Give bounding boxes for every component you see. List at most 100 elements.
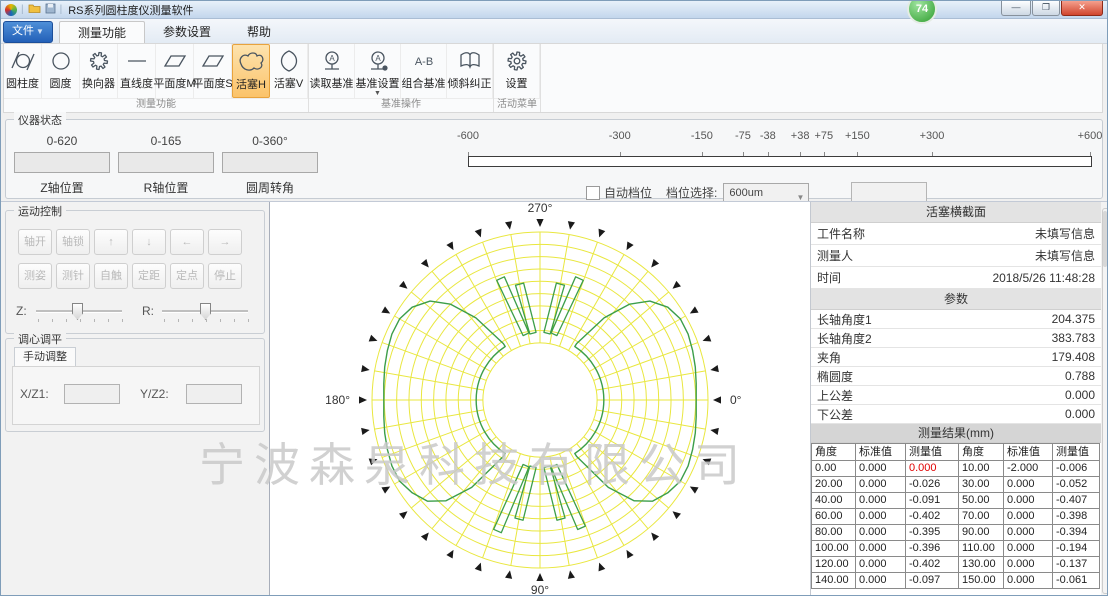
flatness-icon (162, 47, 188, 75)
chevron-down-icon: ▼ (36, 27, 44, 36)
results-cell: 20.00 (812, 477, 856, 493)
svg-text:180°: 180° (325, 393, 350, 407)
commutator-button[interactable]: 换向器 (80, 44, 118, 98)
info-value: 未填写信息 (1035, 225, 1095, 242)
separator: | (21, 4, 24, 15)
read-datum-button[interactable]: A读取基准 (309, 44, 355, 98)
xz1-input[interactable] (64, 384, 120, 404)
slider-tick (178, 319, 179, 322)
svg-text:A-B: A-B (414, 56, 432, 68)
ribbon-button-label: 圆柱度 (6, 75, 39, 91)
z-slider-thumb[interactable] (72, 303, 83, 320)
save-icon[interactable] (45, 1, 56, 19)
ribbon-button-label: 基准设置 (356, 75, 400, 91)
results-cell: 150.00 (959, 573, 1004, 589)
slider-tick (66, 319, 67, 322)
piston-h-button[interactable]: 活塞H (232, 44, 270, 98)
results-cell: -0.061 (1053, 573, 1100, 589)
results-cell: -0.052 (1053, 477, 1100, 493)
motion-button[interactable]: → (208, 229, 242, 255)
motion-button[interactable]: 测针 (56, 263, 90, 289)
restore-button[interactable]: ❐ (1032, 1, 1060, 16)
flatness-s-button[interactable]: 平面度S (194, 44, 232, 98)
slider-tick (164, 319, 165, 322)
ruler-tick-label: -150 (691, 130, 713, 142)
param-value: 383.783 (1052, 331, 1095, 345)
info-label: 测量人 (817, 247, 853, 264)
results-cell: -0.407 (1053, 493, 1100, 509)
svg-text:90°: 90° (531, 583, 549, 596)
flatness-icon (200, 47, 226, 75)
axis-position-input[interactable] (118, 152, 214, 173)
workpiece-info: 工件名称未填写信息测量人未填写信息时间2018/5/26 11:48:28 (811, 223, 1101, 289)
yz2-label: Y/Z2: (140, 387, 169, 401)
measurement-results-table: 角度标准值测量值角度标准值测量值0.000.0000.00010.00-2.00… (811, 443, 1101, 589)
motion-button[interactable]: 定距 (132, 263, 166, 289)
results-cell: 130.00 (959, 557, 1004, 573)
roundness-button[interactable]: 圆度 (42, 44, 80, 98)
flatness-m-button[interactable]: 平面度M (156, 44, 194, 98)
minimize-button[interactable]: — (1001, 1, 1031, 16)
results-cell: -0.026 (906, 477, 959, 493)
results-panel: 活塞横截面 工件名称未填写信息测量人未填写信息时间2018/5/26 11:48… (811, 202, 1101, 596)
ribbon-group-buttons: A读取基准A基准设置▼A-B组合基准倾斜纠正 (309, 44, 493, 98)
results-cell: 0.000 (1004, 477, 1053, 493)
menu-tab[interactable]: 帮助 (229, 21, 289, 43)
param-row: 椭圆度0.788 (811, 367, 1101, 386)
xz1-label: X/Z1: (20, 387, 49, 401)
motion-button[interactable]: 轴锁 (56, 229, 90, 255)
ribbon-button-label: 换向器 (82, 75, 115, 91)
menu-tab[interactable]: 测量功能 (59, 21, 145, 43)
roundness-icon (48, 47, 74, 75)
motion-button[interactable]: 自触 (94, 263, 128, 289)
piston-v-button[interactable]: 活塞V (270, 44, 308, 98)
auto-gear-checkbox[interactable] (586, 186, 600, 200)
scrollbar-thumb[interactable] (1103, 211, 1107, 267)
axis-position-input[interactable] (14, 152, 110, 173)
ruler-tick (468, 152, 469, 156)
ribbon-toolbar: 圆柱度圆度换向器直线度平面度M平面度S活塞H活塞V测量功能A读取基准A基准设置▼… (3, 43, 1103, 113)
straightness-button[interactable]: 直线度 (118, 44, 156, 98)
settings-button[interactable]: 设置 (494, 44, 540, 98)
motion-button[interactable]: 停止 (208, 263, 242, 289)
motion-button[interactable]: 定点 (170, 263, 204, 289)
tab-manual-adjust[interactable]: 手动调整 (14, 347, 76, 368)
param-label: 长轴角度2 (817, 330, 872, 347)
param-label: 椭圆度 (817, 368, 853, 385)
results-header-cell: 测量值 (906, 443, 959, 461)
yz2-input[interactable] (186, 384, 242, 404)
gear-extra-input[interactable] (851, 182, 927, 203)
motion-button[interactable]: ↑ (94, 229, 128, 255)
tilt-correction-button[interactable]: 倾斜纠正 (447, 44, 493, 98)
ribbon-button-label: 设置 (506, 75, 528, 91)
param-row: 夹角179.408 (811, 348, 1101, 367)
slider-tick (248, 319, 249, 322)
deviation-ruler: -600-300-150-75-38+38+75+150+300+600 (468, 130, 1092, 170)
r-slider-thumb[interactable] (200, 303, 211, 320)
motion-button[interactable]: 测姿 (18, 263, 52, 289)
gear-select-dropdown[interactable]: 600um▼ (723, 183, 809, 202)
results-cell: 10.00 (959, 461, 1004, 477)
file-menu-button[interactable]: 文件▼ (3, 21, 53, 43)
combined-datum-button[interactable]: A-B组合基准 (401, 44, 447, 98)
close-button[interactable]: ✕ (1061, 1, 1103, 16)
section-title-cross-section: 活塞横截面 (811, 202, 1101, 223)
results-scrollbar[interactable] (1102, 208, 1108, 594)
window-title: RS系列圆柱度仪测量软件 (68, 2, 193, 18)
results-cell: 40.00 (812, 493, 856, 509)
results-cell: 50.00 (959, 493, 1004, 509)
menu-tab[interactable]: 参数设置 (145, 21, 229, 43)
motion-button[interactable]: 轴开 (18, 229, 52, 255)
open-folder-icon[interactable] (28, 1, 41, 19)
motion-button[interactable]: ← (170, 229, 204, 255)
ribbon-group-label: 基准操作 (309, 98, 493, 112)
datum-settings-button[interactable]: A基准设置▼ (355, 44, 401, 98)
motion-button[interactable]: ↓ (132, 229, 166, 255)
ribbon-button-label: 倾斜纠正 (448, 75, 492, 91)
axis-position-input[interactable] (222, 152, 318, 173)
results-cell: -0.091 (906, 493, 959, 509)
results-cell: 0.000 (856, 493, 906, 509)
cylindricity-button[interactable]: 圆柱度 (4, 44, 42, 98)
slider-tick (94, 319, 95, 322)
results-cell: 70.00 (959, 509, 1004, 525)
